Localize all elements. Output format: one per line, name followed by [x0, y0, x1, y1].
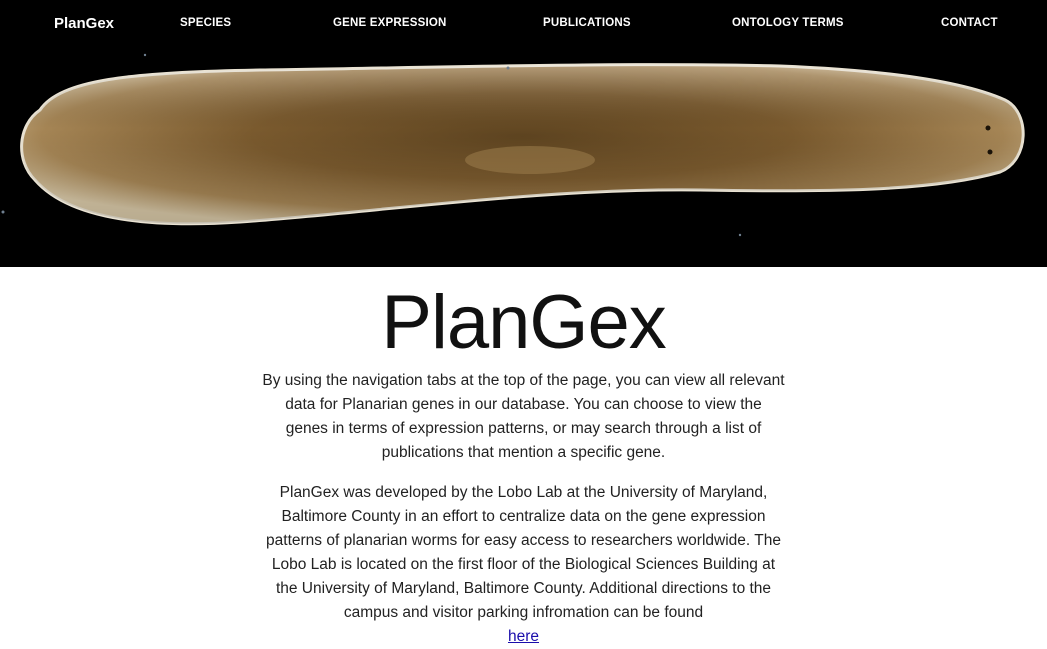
directions-here-link[interactable]: here — [508, 628, 539, 645]
top-navbar: PlanGex SPECIES GENE EXPRESSION PUBLICAT… — [0, 0, 1047, 48]
nav-publications[interactable]: PUBLICATIONS — [543, 17, 631, 29]
page-title: PlanGex — [381, 280, 667, 365]
nav-contact[interactable]: CONTACT — [941, 17, 998, 29]
about-paragraph: PlanGex was developed by the Lobo Lab at… — [262, 481, 785, 649]
hero-banner: PlanGex SPECIES GENE EXPRESSION PUBLICAT… — [0, 0, 1047, 267]
about-paragraph-text: PlanGex was developed by the Lobo Lab at… — [266, 484, 781, 621]
nav-species[interactable]: SPECIES — [180, 17, 231, 29]
nav-ontology-terms[interactable]: ONTOLOGY TERMS — [732, 17, 844, 29]
nav-gene-expression[interactable]: GENE EXPRESSION — [333, 17, 447, 29]
intro-paragraph: By using the navigation tabs at the top … — [262, 372, 785, 461]
brand-logo-link[interactable]: PlanGex — [54, 15, 114, 32]
